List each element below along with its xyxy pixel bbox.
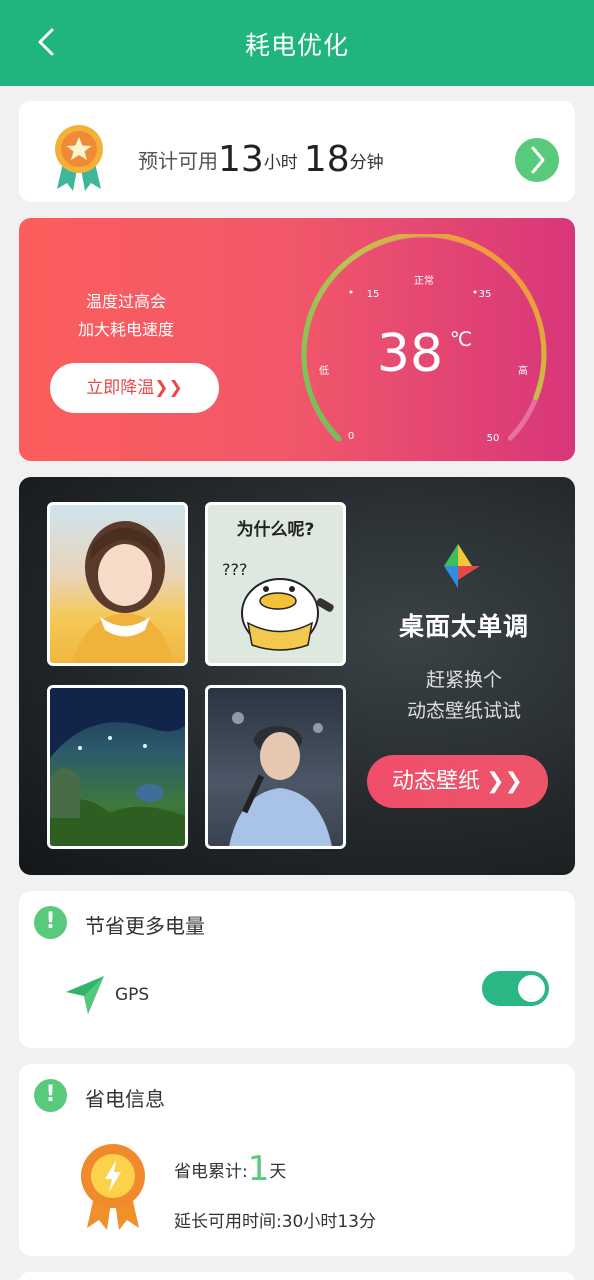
cool-down-button[interactable]: 立即降温❯❯ xyxy=(50,363,219,413)
temperature-warning: 温度过高会 加大耗电速度 xyxy=(59,288,193,344)
temperature-unit: ℃ xyxy=(450,327,472,351)
warning-line-1: 温度过高会 xyxy=(85,292,166,311)
girl-illustration xyxy=(71,521,174,663)
extended-time: 延长可用时间:30小时13分 xyxy=(174,1207,376,1232)
saved-total-label: 省电累计: xyxy=(174,1162,248,1182)
wallpaper-thumb-singer[interactable] xyxy=(205,685,346,849)
gps-label: GPS xyxy=(115,985,150,1005)
live-wallpaper-label: 动态壁纸 xyxy=(392,769,481,794)
extended-time-value: 30小时13分 xyxy=(281,1212,376,1232)
save-more-title: 节省更多电量 xyxy=(85,914,205,938)
temperature-gauge: 正常 15 35 低 高 0 50 38 ℃ xyxy=(301,234,547,444)
double-chevron-icon: ❯❯ xyxy=(154,378,183,398)
app-header: 耗电优化 xyxy=(0,0,594,86)
gps-toggle[interactable] xyxy=(482,971,549,1006)
live-wallpaper-button[interactable]: 动态壁纸 ❯❯ xyxy=(367,755,548,808)
minutes-value: 18 xyxy=(303,139,350,180)
page-title: 耗电优化 xyxy=(244,31,349,60)
label-high: 高 xyxy=(518,364,528,377)
wallpaper-thumb-forest[interactable] xyxy=(47,685,188,849)
exclamation-icon: ! xyxy=(34,1079,67,1112)
tick-0: 0 xyxy=(348,431,354,442)
wallpaper-subtitle-line-1: 赶紧换个 xyxy=(425,669,502,691)
saved-total-value: 1 xyxy=(247,1149,270,1189)
save-info-card: ! 省电信息 省电累计:1天 延长可用时间:30小时13分 xyxy=(19,1064,575,1256)
chevron-right-icon xyxy=(531,146,545,174)
app-logo-icon xyxy=(444,544,480,588)
double-chevron-icon: ❯❯ xyxy=(486,769,523,794)
tick-50: 50 xyxy=(487,433,500,444)
minutes-unit: 分钟 xyxy=(349,153,384,173)
battery-time-card[interactable]: 预计可用13小时 18分钟 xyxy=(19,101,575,202)
estimated-time: 预计可用13小时 18分钟 xyxy=(138,139,390,180)
details-button[interactable] xyxy=(515,138,559,182)
wallpaper-subtitle: 赶紧换个 动态壁纸试试 xyxy=(364,665,564,727)
estimated-time-prefix: 预计可用 xyxy=(138,149,218,173)
location-arrow-icon xyxy=(66,976,104,1014)
lightning-badge-icon xyxy=(81,1144,145,1230)
cool-down-label: 立即降温 xyxy=(86,378,155,398)
wallpaper-title: 桌面太单调 xyxy=(398,612,529,641)
wallpaper-subtitle-line-2: 动态壁纸试试 xyxy=(406,700,521,722)
forest-illustration xyxy=(50,688,185,846)
wallpaper-ad-card[interactable]: ??? 为什么呢? 桌面太单调 赶紧换个 动态壁纸试试 动态壁纸 ❯❯ xyxy=(19,477,575,875)
saved-total: 省电累计:1天 xyxy=(174,1149,286,1189)
warning-line-2: 加大耗电速度 xyxy=(77,320,174,339)
label-low: 低 xyxy=(319,364,329,377)
exclamation-icon: ! xyxy=(34,906,67,939)
next-card-peek xyxy=(19,1272,575,1280)
wallpaper-thumb-girl[interactable] xyxy=(47,502,188,666)
toggle-knob xyxy=(518,975,545,1002)
singer-illustration xyxy=(229,712,332,846)
tick-35: 35 xyxy=(479,289,492,300)
medal-icon xyxy=(55,125,103,191)
save-more-card: ! 节省更多电量 GPS xyxy=(19,891,575,1048)
hours-value: 13 xyxy=(218,139,264,180)
duck-caption: 为什么呢? xyxy=(236,520,315,540)
save-info-title: 省电信息 xyxy=(85,1087,165,1111)
svg-text:???: ??? xyxy=(222,560,247,579)
extended-time-label: 延长可用时间: xyxy=(174,1212,282,1232)
hours-unit: 小时 xyxy=(263,153,298,173)
wallpaper-thumb-duck[interactable]: ??? 为什么呢? xyxy=(205,502,346,666)
temperature-value: 38 xyxy=(377,324,443,384)
tick-15: 15 xyxy=(367,289,380,300)
temperature-card: 温度过高会 加大耗电速度 立即降温❯❯ 正常 15 35 低 高 0 50 38… xyxy=(19,218,575,461)
saved-total-unit: 天 xyxy=(269,1162,287,1182)
label-normal: 正常 xyxy=(414,274,434,287)
